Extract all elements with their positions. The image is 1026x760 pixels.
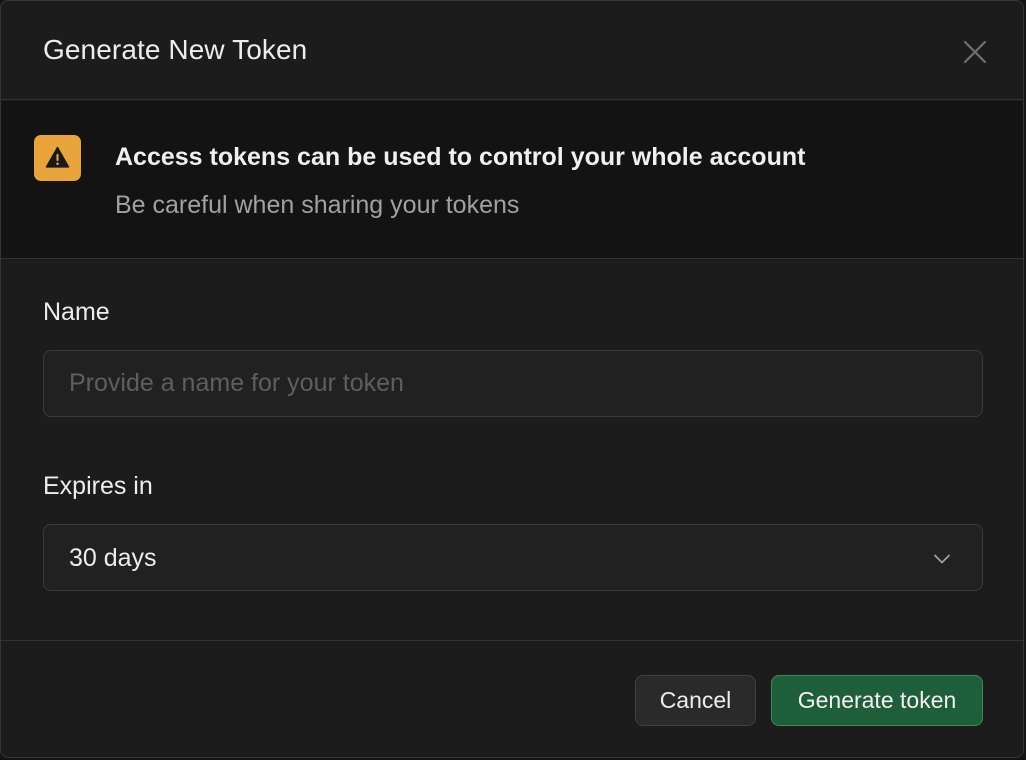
dialog-title: Generate New Token [43,34,308,65]
alert-subtitle: Be careful when sharing your tokens [115,191,520,219]
expires-select[interactable]: 30 days [43,524,983,591]
generate-token-button[interactable]: Generate token [771,675,983,726]
expires-selected-value: 30 days [69,544,157,572]
name-field-container [43,350,983,417]
close-icon [963,40,987,64]
close-button[interactable] [961,38,989,66]
expires-label: Expires in [43,472,153,500]
dialog-header: Generate New Token [1,1,1023,100]
name-input[interactable] [44,351,982,416]
generate-token-dialog: Generate New Token Access tokens can be … [0,0,1024,758]
chevron-down-icon [934,554,950,564]
warning-icon [34,135,81,181]
alert-title: Access tokens can be used to control you… [115,143,806,171]
dialog-footer: Cancel Generate token [1,640,1023,757]
name-label: Name [43,298,110,326]
cancel-button[interactable]: Cancel [635,675,756,726]
warning-alert: Access tokens can be used to control you… [1,101,1023,259]
